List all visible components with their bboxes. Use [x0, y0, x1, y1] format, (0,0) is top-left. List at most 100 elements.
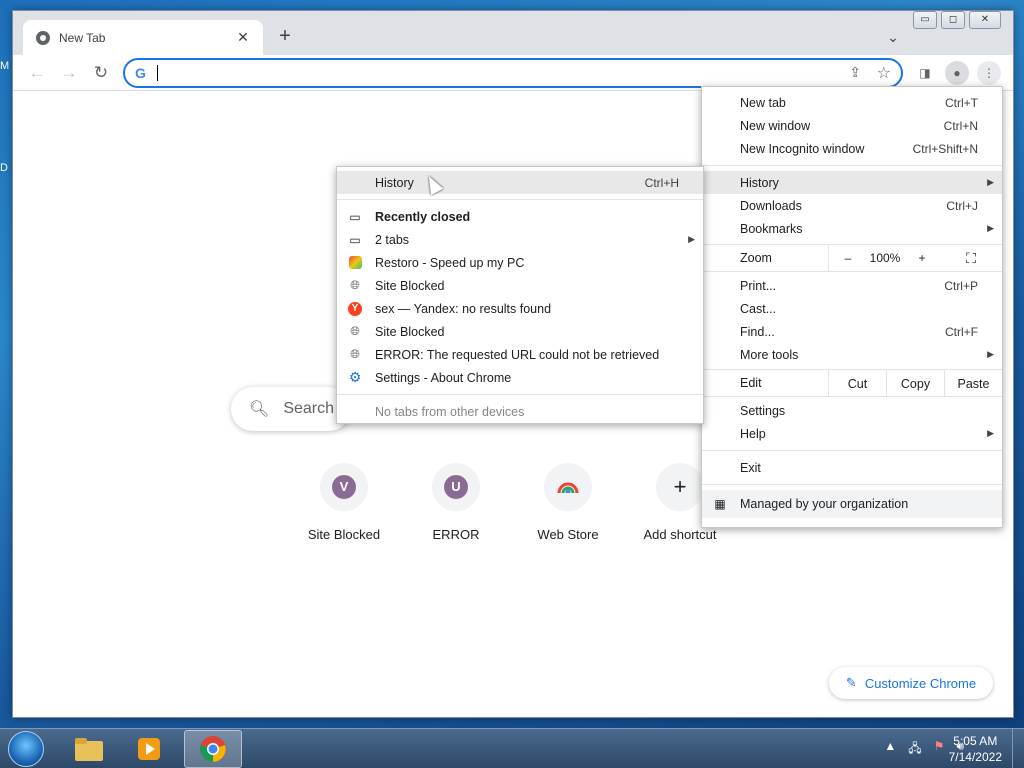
taskbar-explorer[interactable] [60, 730, 118, 768]
history-item[interactable]: 🌐︎ ERROR: The requested URL could not be… [337, 343, 703, 366]
chrome-icon [200, 736, 226, 762]
tab-search-icon[interactable]: ⌄ [881, 25, 905, 49]
menu-item-find[interactable]: Find... Ctrl+F [702, 320, 1002, 343]
taskbar: ▲ 🖧 ⚑ 🔊︎ 5:05 AM 7/14/2022 [0, 728, 1024, 768]
customize-label: Customize Chrome [864, 675, 977, 691]
search-placeholder: Search [283, 400, 335, 417]
menu-item-accelerator: Ctrl+P [944, 278, 978, 293]
menu-item-managed[interactable]: ▦ Managed by your organization [702, 490, 1002, 518]
submenu-arrow-icon: ▶ [987, 428, 994, 438]
gear-icon: ⚙ [348, 369, 362, 385]
history-item[interactable]: ⚙ Settings - About Chrome [337, 366, 703, 389]
menu-item-new-tab[interactable]: New tab Ctrl+T [702, 91, 1002, 114]
zoom-out-button[interactable]: – [829, 251, 867, 265]
menu-item-label: Settings - About Chrome [375, 370, 512, 385]
forward-icon[interactable]: → [57, 61, 81, 85]
menu-item-downloads[interactable]: Downloads Ctrl+J [702, 194, 1002, 217]
address-bar[interactable]: G ⇪ ☆ [123, 58, 903, 88]
clock-time: 5:05 AM [953, 734, 998, 748]
reload-icon[interactable]: ↻ [89, 61, 113, 85]
history-item-no-tabs: No tabs from other devices [337, 400, 703, 423]
menu-item-label: sex — Yandex: no results found [375, 301, 552, 316]
shortcut-icon-circle: U [432, 463, 480, 511]
shortcut-tile[interactable]: U ERROR [400, 463, 512, 542]
close-window-button[interactable]: ✕ [969, 11, 1001, 29]
menu-item-new-window[interactable]: New window Ctrl+N [702, 114, 1002, 137]
show-hidden-icons-icon[interactable]: ▲ [884, 739, 896, 760]
history-item[interactable]: 🌐︎ Site Blocked [337, 320, 703, 343]
window-icon: ▭ [349, 209, 361, 224]
menu-item-accelerator: Ctrl+N [943, 118, 978, 133]
menu-separator [337, 394, 703, 395]
zoom-level: 100% [869, 251, 901, 265]
bookmark-star-icon[interactable]: ☆ [877, 63, 891, 83]
menu-item-label: History [375, 175, 414, 190]
search-icon: 🔍︎ [249, 401, 270, 418]
menu-item-bookmarks[interactable]: Bookmarks ▶ [702, 217, 1002, 240]
taskbar-chrome[interactable] [184, 730, 242, 768]
menu-separator [702, 450, 1002, 451]
menu-item-label: Help [740, 426, 766, 441]
menu-item-label: Site Blocked [375, 278, 445, 293]
clock[interactable]: 5:05 AM 7/14/2022 [949, 733, 1002, 765]
start-button[interactable] [8, 731, 44, 767]
history-item[interactable]: 🌐︎ Site Blocked [337, 274, 703, 297]
action-center-icon[interactable]: ⚑ [934, 739, 945, 760]
tab-new-tab[interactable]: New Tab ✕ [23, 20, 263, 55]
globe-icon: 🌐︎ [350, 324, 360, 338]
menu-item-label: Downloads [740, 198, 802, 213]
desktop-icon-label: D [0, 162, 8, 174]
edit-label: Edit [740, 376, 762, 390]
menu-item-label: Restoro - Speed up my PC [375, 255, 525, 270]
minimize-button[interactable]: ▭ [913, 11, 937, 29]
new-tab-button[interactable]: + [273, 25, 297, 49]
menu-item-print[interactable]: Print... Ctrl+P [702, 274, 1002, 297]
share-icon[interactable]: ⇪ [849, 64, 861, 81]
customize-chrome-button[interactable]: ✎ Customize Chrome [829, 667, 993, 699]
shortcut-icon-circle: V [320, 463, 368, 511]
maximize-button[interactable]: ◻ [941, 11, 965, 29]
cut-button[interactable]: Cut [828, 370, 886, 396]
globe-icon: 🌐︎ [350, 278, 360, 292]
history-item-recently-closed: ▭ Recently closed [337, 205, 703, 228]
tab-close-icon[interactable]: ✕ [235, 29, 251, 46]
yandex-icon: Y [347, 301, 363, 317]
shortcut-tile[interactable]: Web Store [512, 463, 624, 542]
show-desktop-button[interactable] [1012, 729, 1024, 768]
menu-item-settings[interactable]: Settings [702, 399, 1002, 422]
web-store-icon [557, 482, 579, 493]
building-icon: ▦ [714, 497, 726, 511]
menu-item-exit[interactable]: Exit [702, 456, 1002, 479]
menu-item-label: Cast... [740, 301, 777, 316]
menu-item-help[interactable]: Help ▶ [702, 422, 1002, 445]
zoom-in-button[interactable]: + [903, 251, 941, 265]
menu-item-history[interactable]: History ▶ [702, 171, 1002, 194]
shortcut-icon-circle: + [656, 463, 704, 511]
menu-item-cast[interactable]: Cast... [702, 297, 1002, 320]
menu-item-label: New window [740, 118, 811, 133]
history-item[interactable]: Y sex — Yandex: no results found [337, 297, 703, 320]
menu-item-accelerator: Ctrl+H [644, 175, 679, 190]
history-item[interactable]: Restoro - Speed up my PC [337, 251, 703, 274]
zoom-controls: – 100% + ⛶ [828, 245, 1002, 271]
google-g-icon: G [135, 65, 146, 81]
window-icon: ▭ [349, 232, 361, 247]
menu-item-label: New tab [740, 95, 786, 110]
shortcut-tile[interactable]: V Site Blocked [288, 463, 400, 542]
side-panel-icon[interactable]: ◨ [913, 61, 937, 85]
history-item[interactable]: ▭ 2 tabs ▶ [337, 228, 703, 251]
taskbar-media-player[interactable] [120, 730, 178, 768]
fullscreen-icon[interactable]: ⛶ [941, 250, 1001, 267]
ntp-search-box[interactable]: 🔍︎ Search [231, 387, 351, 431]
back-icon[interactable]: ← [25, 61, 49, 85]
menu-item-new-incognito[interactable]: New Incognito window Ctrl+Shift+N [702, 137, 1002, 160]
chrome-menu-icon[interactable]: ⋮ [977, 61, 1001, 85]
network-icon[interactable]: 🖧 [908, 739, 921, 760]
paste-button[interactable]: Paste [944, 370, 1002, 396]
menu-item-label: New Incognito window [740, 141, 865, 156]
menu-item-label: Bookmarks [740, 221, 803, 236]
history-item-history[interactable]: History Ctrl+H [337, 171, 703, 194]
menu-item-more-tools[interactable]: More tools ▶ [702, 343, 1002, 366]
copy-button[interactable]: Copy [886, 370, 944, 396]
profile-avatar-icon[interactable]: ● [945, 61, 969, 85]
